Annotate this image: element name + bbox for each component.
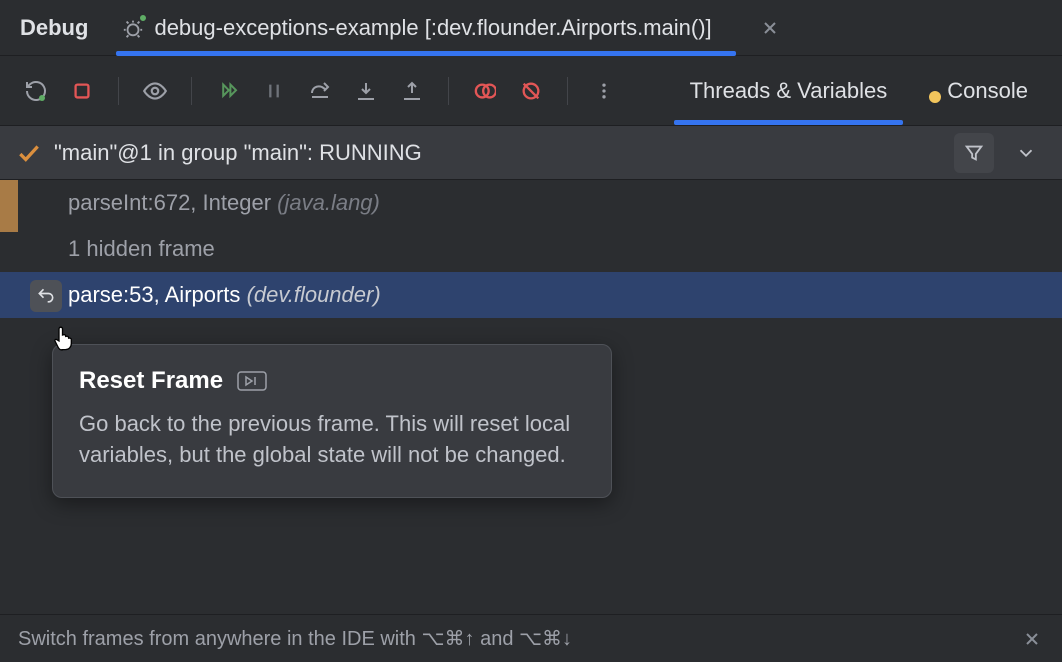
check-icon	[16, 140, 42, 166]
hidden-frames-label: 1 hidden frame	[68, 236, 215, 262]
frame-method: parse:53, Airports	[68, 282, 240, 308]
stack-frame-row[interactable]: parseInt:672, Integer (java.lang)	[0, 180, 1062, 226]
tab-console[interactable]: Console	[913, 56, 1044, 125]
rerun-button[interactable]	[18, 73, 54, 109]
separator	[118, 77, 119, 105]
filter-button[interactable]	[954, 133, 994, 173]
library-frame-marker	[0, 180, 18, 232]
tooltip-title: Reset Frame	[79, 367, 223, 395]
tab-console-label: Console	[947, 78, 1028, 104]
shortcut-glyph-icon	[237, 371, 267, 391]
hint-text: Switch frames from anywhere in the IDE w…	[18, 626, 572, 651]
pointer-cursor-icon	[52, 324, 78, 352]
step-into-button[interactable]	[348, 73, 384, 109]
tooltip-reset-frame: Reset Frame Go back to the previous fram…	[52, 344, 612, 498]
thread-status-bar[interactable]: "main"@1 in group "main": RUNNING	[0, 126, 1062, 180]
frame-package: (dev.flounder)	[247, 282, 381, 308]
step-out-button[interactable]	[394, 73, 430, 109]
running-badge	[138, 13, 148, 23]
bug-icon	[122, 17, 144, 39]
debug-toolbar: Threads & Variables Console	[0, 56, 1062, 126]
pause-button[interactable]	[256, 73, 292, 109]
view-breakpoints-button[interactable]	[467, 73, 503, 109]
console-warn-badge	[929, 91, 941, 103]
run-config-name: debug-exceptions-example [:dev.flounder.…	[154, 15, 711, 41]
tab-threads-variables[interactable]: Threads & Variables	[674, 56, 904, 125]
tooltip-body: Go back to the previous frame. This will…	[79, 409, 585, 471]
thread-status-text: "main"@1 in group "main": RUNNING	[54, 140, 422, 166]
frame-method: parseInt:672, Integer	[68, 190, 271, 216]
mute-breakpoints-button[interactable]	[513, 73, 549, 109]
separator	[191, 77, 192, 105]
stack-frame-row-selected[interactable]: parse:53, Airports (dev.flounder)	[0, 272, 1062, 318]
frame-package: (java.lang)	[277, 190, 380, 216]
separator	[567, 77, 568, 105]
resume-button[interactable]	[210, 73, 246, 109]
show-execution-point-button[interactable]	[137, 73, 173, 109]
active-tab-underline	[116, 51, 735, 56]
frames-list: parseInt:672, Integer (java.lang) 1 hidd…	[0, 180, 1062, 614]
reset-frame-button[interactable]	[30, 280, 62, 312]
top-tab-bar: Debug debug-exceptions-example [:dev.flo…	[0, 0, 1062, 56]
separator	[448, 77, 449, 105]
step-over-button[interactable]	[302, 73, 338, 109]
run-config-tab[interactable]: debug-exceptions-example [:dev.flounder.…	[116, 0, 717, 55]
tool-window-title: Debug	[20, 15, 88, 41]
close-tab-button[interactable]	[754, 16, 786, 40]
hint-close-button[interactable]	[1020, 627, 1044, 651]
hint-bar: Switch frames from anywhere in the IDE w…	[0, 614, 1062, 662]
more-actions-button[interactable]	[586, 73, 622, 109]
chevron-down-icon[interactable]	[1006, 133, 1046, 173]
hidden-frames-row[interactable]: 1 hidden frame	[0, 226, 1062, 272]
stop-button[interactable]	[64, 73, 100, 109]
